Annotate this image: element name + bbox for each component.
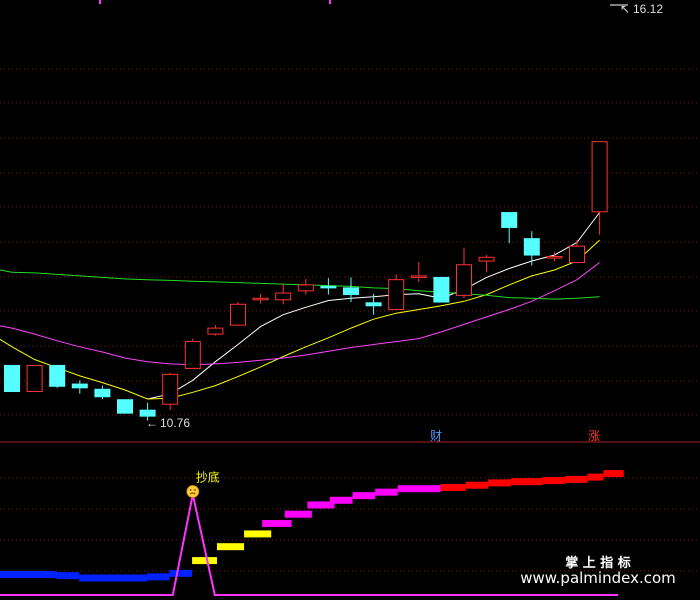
indicator-step [440,484,466,492]
candle-body [49,364,66,387]
candle [26,364,43,393]
signal-badges: 财 涨 [430,428,600,443]
indicator-step [397,485,441,493]
low-arrow-icon: ← [146,416,158,430]
indicator-step [0,571,57,579]
candle [71,380,88,394]
candle [569,240,585,264]
candle [4,364,20,393]
indicator-step [465,481,489,489]
indicator-step [192,557,217,565]
price-annotations: 16.12 10.76 ↖ ← [146,2,663,430]
low-price-label: 10.76 [160,416,190,430]
candle [252,293,269,304]
candle [546,252,563,262]
high-arrow-icon: ↖ [620,2,630,16]
candle [297,278,314,295]
candle-body [433,276,450,303]
candle-body [410,275,427,278]
indicator-steps [0,470,624,582]
candle-body [230,303,246,326]
candle [591,141,608,235]
signal-marker: 抄底 [186,469,220,498]
candle-body [546,256,563,259]
indicator-step [352,492,376,500]
candle [433,276,450,303]
stock-chart: 16.12 10.76 ↖ ← 财 涨 抄底 掌 上 指 标 www.palmi… [0,0,700,596]
indicator-step [244,530,272,538]
candle-body [388,279,405,310]
candle-body [365,302,382,307]
badge-zhang: 涨 [588,428,600,443]
sad-face-icon [186,485,200,498]
candle-body [343,287,359,296]
candle [501,212,518,244]
candle-body [591,141,608,213]
candle-body [207,327,224,335]
indicator-step [603,470,624,478]
candle-body [523,238,540,256]
ma-line-1 [0,239,600,400]
face-eye [189,489,192,491]
candle-body [320,285,337,289]
face-eye [194,489,196,491]
indicator-step [146,573,170,581]
candle [388,274,405,310]
indicator-step [56,572,80,580]
indicator-step [510,478,543,486]
candle [49,364,66,388]
candle-body [4,364,20,393]
indicator-step [262,519,292,527]
candle [456,247,472,299]
candle [230,302,246,326]
indicator-step [284,510,312,518]
signal-label: 抄底 [196,469,220,484]
candle-body [26,364,43,393]
price-panel: 16.12 10.76 ↖ ← [0,2,663,430]
candle [184,338,201,369]
candle [320,278,337,295]
grid-lines [0,0,700,572]
high-price-label: 16.12 [633,2,663,16]
indicator-step [216,543,245,551]
candle-body [501,212,518,228]
candle-body [297,284,314,292]
indicator-step [169,569,193,577]
indicator-step [565,475,588,483]
candle-body [478,256,495,262]
candlesticks [4,141,608,421]
candle-body [569,245,585,264]
candle [117,399,133,414]
candle [478,255,495,273]
candle-body [456,264,472,296]
indicator-step [375,488,398,496]
candle-body [71,383,88,389]
candle [523,231,540,266]
candle [410,261,427,282]
badge-cai: 财 [430,429,442,443]
candle-body [275,292,292,301]
candle-body [117,399,133,414]
candle [207,325,224,336]
indicator-step [79,574,147,582]
watermark-url: www.palmindex.com [520,569,676,587]
indicator-step [329,496,353,504]
indicator-step [542,477,565,485]
candle [275,283,292,305]
indicator-step [488,479,511,487]
candle-body [184,341,201,369]
candle-body [252,297,269,301]
indicator-step [587,473,604,481]
candle-body [94,388,111,398]
candle [162,372,179,411]
watermark: 掌 上 指 标 www.palmindex.com [520,555,676,587]
candle [94,385,111,399]
candle-body [162,373,179,405]
